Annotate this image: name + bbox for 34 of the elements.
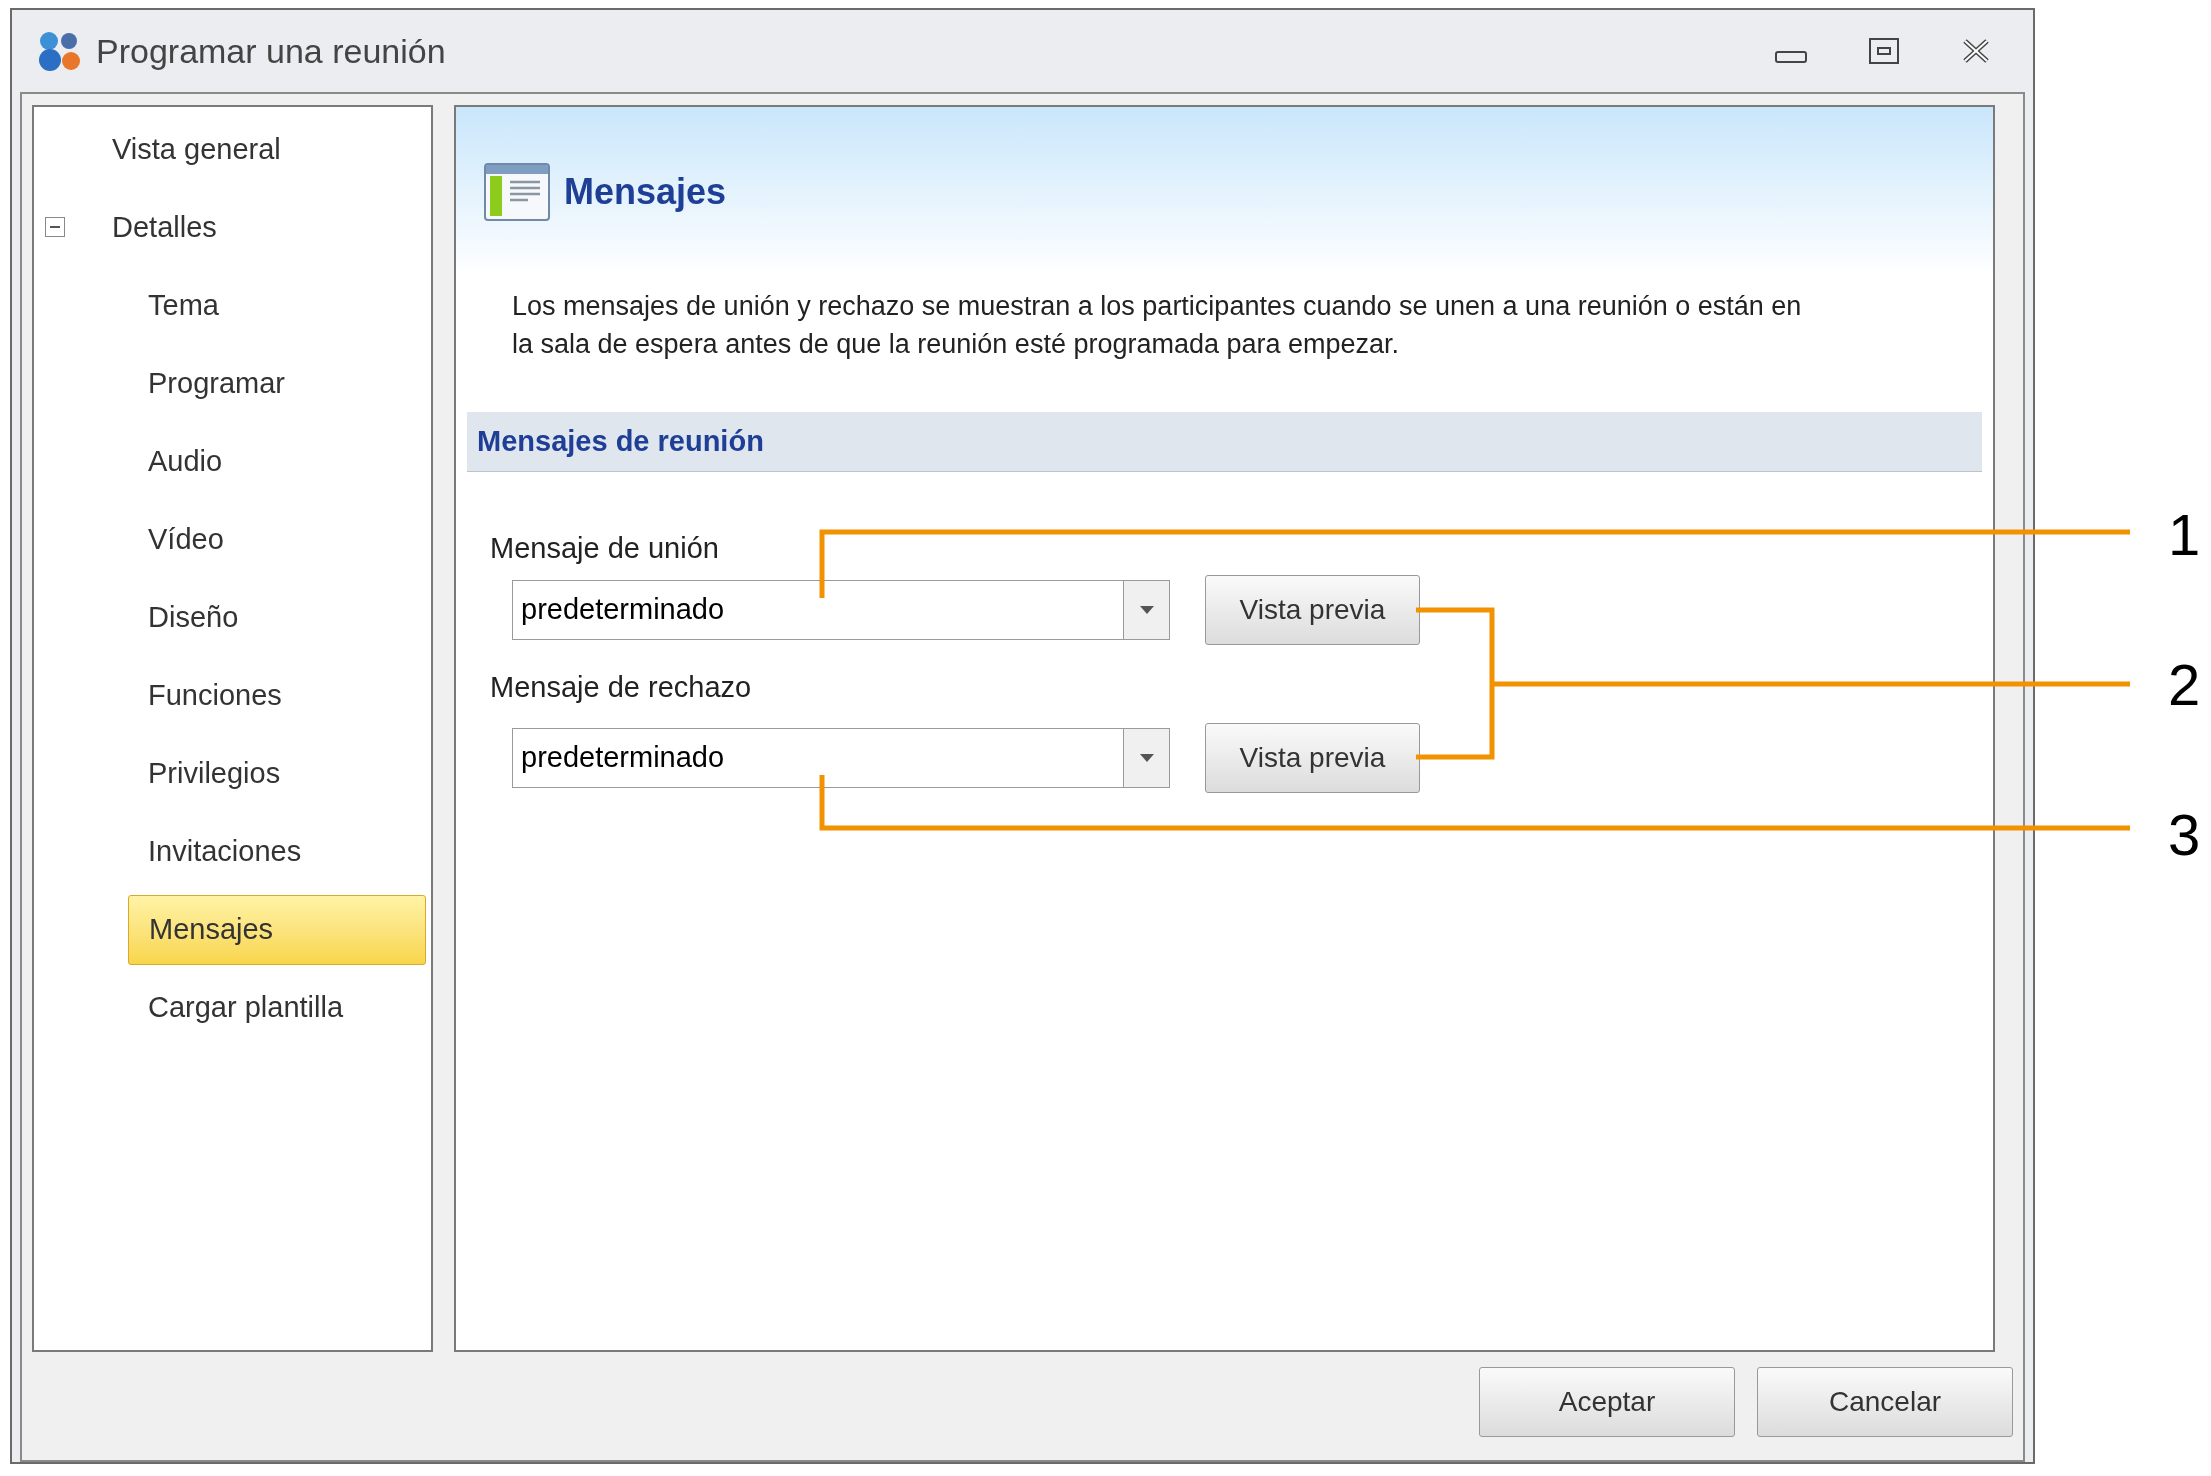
minimize-button[interactable] xyxy=(1775,51,1807,63)
dialog-button[interactable]: Aceptar xyxy=(1479,1367,1735,1437)
sidebar-item[interactable]: Tema xyxy=(128,284,219,328)
sidebar-item[interactable]: Privilegios xyxy=(128,752,281,796)
callout-number: 2 xyxy=(2168,653,2201,717)
sidebar-item[interactable]: Vídeo xyxy=(128,518,224,562)
app-logo-icon xyxy=(36,29,82,73)
collapse-icon[interactable] xyxy=(45,217,65,237)
caret-icon xyxy=(1139,606,1154,614)
preview-button[interactable]: Vista previa xyxy=(1205,723,1420,793)
sidebar-item[interactable]: Programar xyxy=(128,362,285,406)
field-label: Mensaje de rechazo xyxy=(490,670,753,705)
sidebar-item[interactable]: Mensajes xyxy=(128,895,426,965)
callout-number: 1 xyxy=(2168,503,2201,567)
sidebar-item[interactable]: Audio xyxy=(128,440,223,484)
close-icon[interactable] xyxy=(1961,38,1991,64)
dropdown-field[interactable]: predeterminado xyxy=(512,580,1170,640)
sidebar-item[interactable]: Diseño xyxy=(128,596,239,640)
maximize-button[interactable] xyxy=(1869,38,1899,64)
window-title: Programar una reunión xyxy=(96,30,446,72)
field-label: Mensaje de unión xyxy=(490,531,720,566)
preview-button[interactable]: Vista previa xyxy=(1205,575,1420,645)
dropdown-field[interactable]: predeterminado xyxy=(512,728,1170,788)
section-title: Mensajes de reunión xyxy=(477,423,764,459)
dialog-button[interactable]: Cancelar xyxy=(1757,1367,2013,1437)
sidebar-item[interactable]: Invitaciones xyxy=(128,830,302,874)
sidebar-item[interactable]: Funciones xyxy=(128,674,282,718)
sidebar-item[interactable]: Cargar plantilla xyxy=(128,986,344,1030)
page-title: Mensajes xyxy=(564,170,727,214)
sidebar-item[interactable]: Vista general xyxy=(100,128,281,172)
callout-number: 3 xyxy=(2168,803,2201,867)
sidebar-item[interactable]: Detalles xyxy=(100,206,217,250)
caret-icon xyxy=(1139,754,1154,762)
description-text: Los mensajes de unión y rechazo se muestran a los participantes cuando se unen a una reunión o están en la sala de espera antes de que la reunión esté programada para empezar. xyxy=(512,290,1803,361)
